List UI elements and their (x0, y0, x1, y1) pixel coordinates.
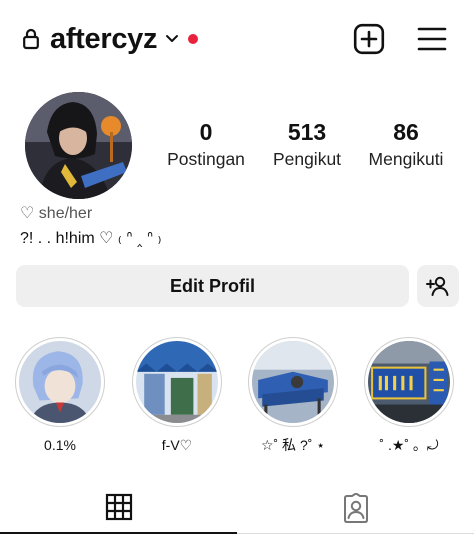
profile-header: aftercyz (0, 0, 474, 82)
highlight-cover (19, 341, 101, 423)
discover-people-button[interactable] (417, 265, 459, 307)
highlight-label: ☆˚ 私 ?˚ ⋆ (260, 437, 326, 453)
following-count-label: Mengikuti (368, 149, 444, 169)
hamburger-menu-icon[interactable] (417, 24, 447, 54)
profile-photo (25, 92, 132, 199)
story-highlight[interactable]: ˚ .★˚ 。⤾ (364, 337, 454, 454)
highlight-ring (132, 337, 222, 427)
grid-icon (105, 493, 132, 521)
highlight-cover (252, 341, 334, 423)
following-count-value: 86 (393, 119, 419, 145)
story-highlight[interactable]: ☆˚ 私 ?˚ ⋆ (248, 337, 338, 454)
posts-count-label: Postingan (167, 149, 245, 169)
posts-count-value: 0 (199, 119, 213, 145)
followers-count-label: Pengikut (272, 149, 342, 169)
story-highlight[interactable]: 0.1% (15, 337, 105, 454)
story-highlight[interactable]: f-V♡ (132, 337, 222, 454)
highlight-ring (15, 337, 105, 427)
pronouns: ♡ she/her (20, 205, 93, 222)
edit-profile-button[interactable]: Edit Profil (16, 265, 409, 307)
notification-dot (188, 34, 198, 44)
tagged-person-icon (343, 492, 368, 523)
highlight-label: ˚ .★˚ 。⤾ (379, 437, 439, 453)
lock-icon (23, 28, 39, 50)
highlight-ring (248, 337, 338, 427)
followers-count-value: 513 (287, 119, 327, 145)
highlight-ring (364, 337, 454, 427)
avatar[interactable] (25, 92, 132, 199)
highlight-label: f-V♡ (161, 437, 193, 453)
bio-text: ?! . . h!him ♡ ₍ ᐢ ‸ ᐢ ₎ (20, 230, 162, 247)
highlight-label: 0.1% (44, 437, 76, 453)
following-count[interactable]: 86 Mengikuti (362, 118, 450, 170)
profile-tabs (0, 482, 474, 537)
highlight-cover (136, 341, 218, 423)
followers-count[interactable]: 513 Pengikut (265, 118, 349, 170)
add-person-icon (426, 276, 449, 296)
highlight-cover (368, 341, 450, 423)
create-post-button[interactable] (353, 23, 385, 55)
chevron-down-icon[interactable] (164, 32, 180, 46)
posts-count[interactable]: 0 Postingan (160, 118, 252, 170)
tab-posts-grid[interactable] (0, 482, 237, 534)
tab-tagged[interactable] (237, 482, 474, 534)
username[interactable]: aftercyz (50, 22, 158, 56)
